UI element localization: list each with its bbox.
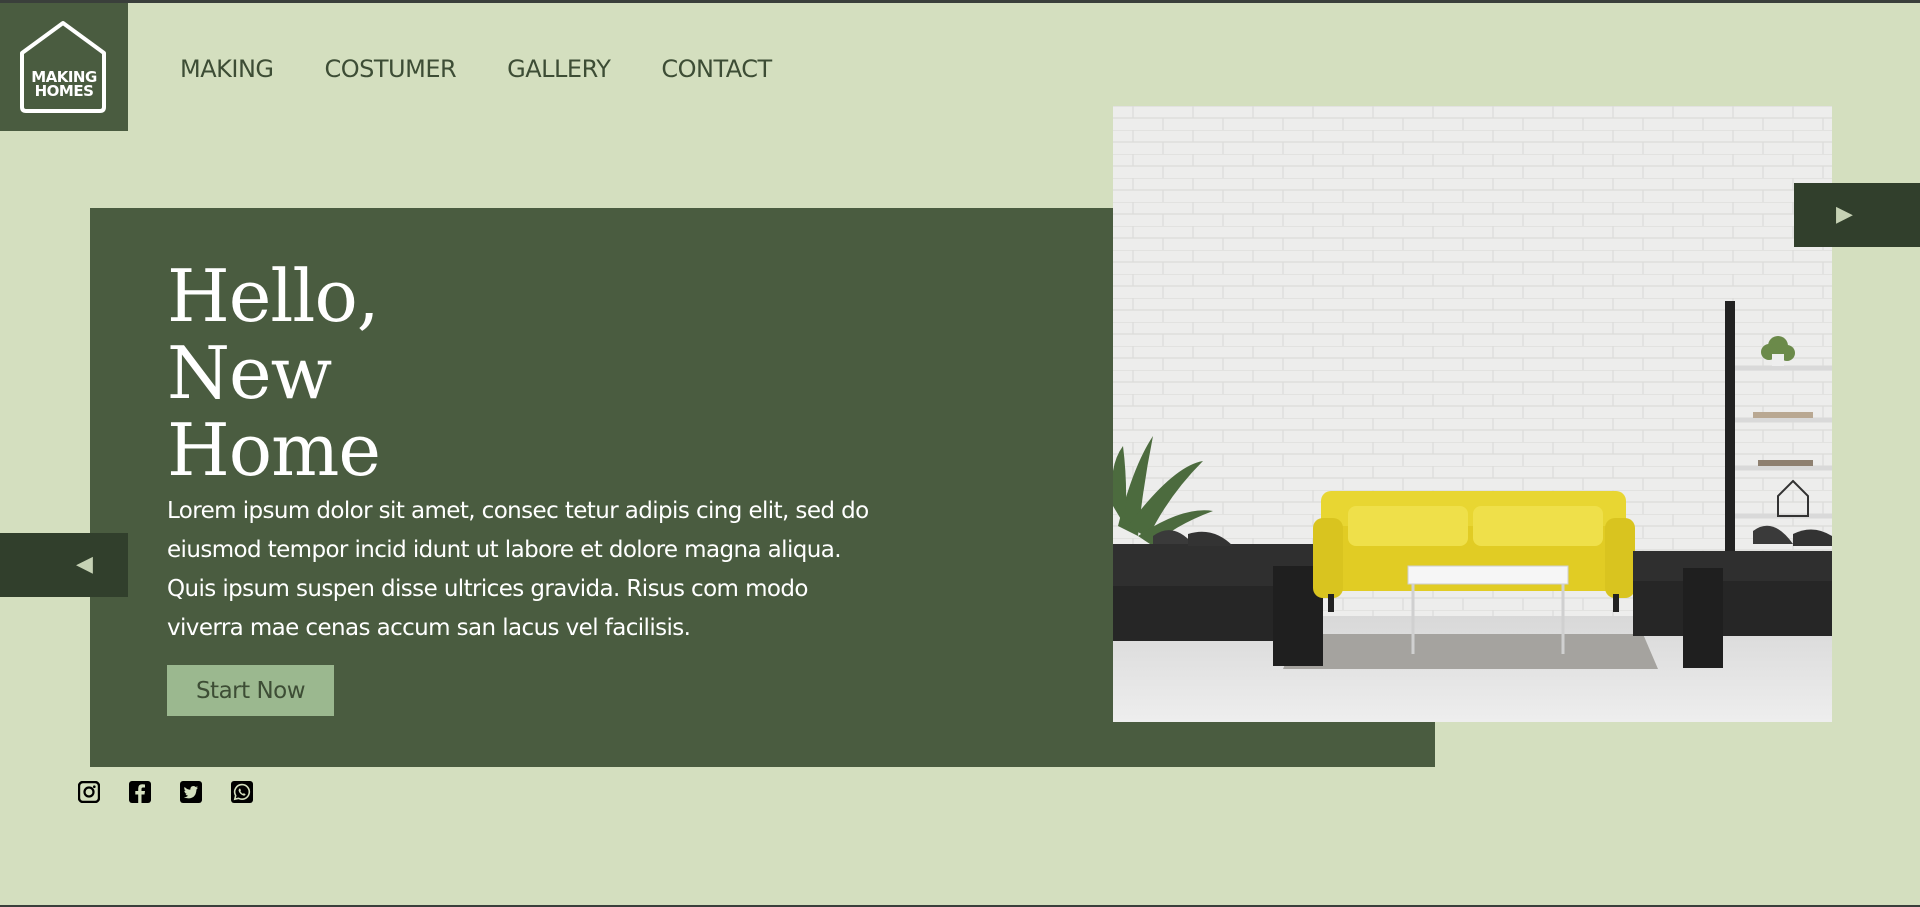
play-right-icon: ▶ bbox=[1836, 202, 1853, 227]
headline-line-1: Hello, bbox=[167, 254, 380, 338]
main-nav: MAKING COSTUMER GALLERY CONTACT bbox=[180, 52, 772, 86]
play-left-icon: ◀ bbox=[76, 552, 93, 577]
living-room-photo bbox=[1113, 106, 1832, 722]
headline-line-2: New bbox=[167, 331, 332, 415]
twitter-icon[interactable] bbox=[180, 781, 202, 803]
nav-item-making[interactable]: MAKING bbox=[180, 52, 274, 86]
logo[interactable]: MAKING HOMES bbox=[0, 3, 128, 131]
logo-text-homes: HOMES bbox=[34, 82, 94, 100]
next-slide-button[interactable]: ▶ bbox=[1794, 183, 1920, 247]
headline-line-3: Home bbox=[167, 408, 381, 492]
whatsapp-icon[interactable] bbox=[231, 781, 253, 803]
nav-item-gallery[interactable]: GALLERY bbox=[507, 52, 611, 86]
house-outline-icon bbox=[20, 21, 106, 113]
top-border bbox=[0, 0, 1920, 3]
hero-description: Lorem ipsum dolor sit amet, consec tetur… bbox=[167, 498, 869, 641]
nav-item-contact[interactable]: CONTACT bbox=[661, 52, 772, 86]
previous-slide-button[interactable]: ◀ bbox=[0, 533, 128, 597]
facebook-icon[interactable] bbox=[129, 781, 151, 803]
instagram-icon[interactable] bbox=[78, 781, 100, 803]
social-links bbox=[78, 781, 253, 803]
hero-headline: Hello, New Home bbox=[167, 258, 667, 489]
nav-item-costumer[interactable]: COSTUMER bbox=[325, 52, 457, 86]
start-now-button[interactable]: Start Now bbox=[167, 665, 334, 716]
